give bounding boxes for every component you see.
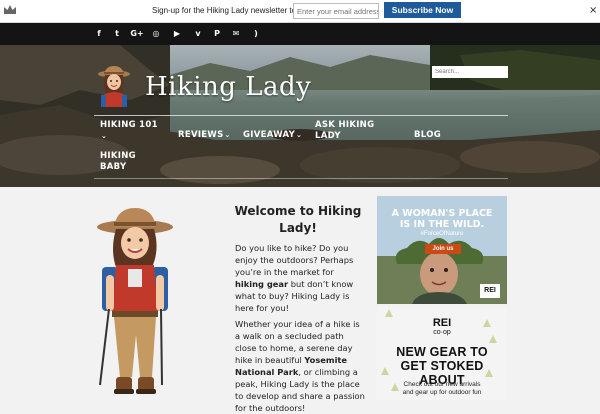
site-title[interactable]: Hiking Lady [145, 72, 311, 102]
vimeo-icon[interactable]: v [192, 28, 204, 40]
nav-label-line1: ASK HIKING [315, 120, 375, 130]
rei-coop-logo: REI co·op [425, 317, 459, 341]
hiking-lady-avatar [98, 66, 130, 107]
coop-logo-text: co·op [433, 329, 451, 336]
nav-label-line1: HIKING [100, 151, 136, 161]
intro-text-1: Do you like to hike? Do you enjoy the ou… [235, 243, 354, 277]
hero-banner: Hiking Lady HIKING 101 ⌄ REVIEWS⌄ GIVEAW… [0, 45, 600, 187]
nav-item-giveaway[interactable]: GIVEAWAY⌄ [243, 130, 302, 141]
facebook-icon[interactable]: f [93, 28, 105, 40]
nav-item-hiking-baby[interactable]: HIKING BABY [100, 151, 136, 173]
ad-subtext: Check out our new arrivals and gear up f… [377, 381, 507, 397]
welcome-heading-line1: Welcome to Hiking [234, 204, 362, 218]
youtube-icon[interactable]: ▶ [171, 28, 183, 40]
nav-item-reviews[interactable]: REVIEWS⌄ [178, 130, 231, 141]
close-icon[interactable]: × [589, 5, 599, 17]
nav-label-line2: LADY [315, 131, 341, 141]
menu-divider-bottom [94, 178, 508, 179]
nav-label-line2: BABY [100, 162, 127, 172]
ad-headline: A WOMAN'S PLACE IS IN THE WILD. [377, 208, 507, 230]
hiking-gear-link[interactable]: hiking gear [235, 279, 288, 289]
rei-logo: REI [480, 284, 500, 298]
ad-headline-line1: A WOMAN'S PLACE [391, 208, 493, 219]
river-landscape-image [0, 45, 600, 187]
join-us-button[interactable]: Join us [425, 244, 461, 254]
ad-hashtag: #ForceOfNature [420, 231, 464, 237]
crown-icon [4, 5, 16, 14]
nav-item-ask-hiking-lady[interactable]: ASK HIKING LADY [315, 120, 374, 142]
social-bar: f t G+ ◎ ▶ v P ✉ ) [0, 23, 600, 45]
instagram-icon[interactable]: ◎ [150, 28, 162, 40]
search-input[interactable] [432, 66, 508, 78]
nav-label: REVIEWS [178, 130, 224, 140]
newsletter-bar: Sign-up for the Hiking Lady newsletter t… [0, 0, 600, 23]
nav-label: BLOG [414, 130, 441, 140]
nav-item-hiking-101[interactable]: HIKING 101 ⌄ [100, 120, 158, 142]
rss-icon[interactable]: ) [250, 28, 262, 40]
ad-headline-line1: NEW GEAR TO [396, 345, 488, 359]
newsletter-text: Sign-up for the Hiking Lady newsletter t… [152, 6, 312, 15]
chevron-down-icon: ⌄ [296, 131, 303, 139]
google-plus-icon[interactable]: G+ [130, 28, 144, 40]
nav-item-blog[interactable]: BLOG [414, 130, 441, 141]
newsletter-email-input[interactable] [293, 3, 379, 19]
email-icon[interactable]: ✉ [230, 28, 242, 40]
intro-paragraph: Do you like to hike? Do you enjoy the ou… [235, 242, 365, 314]
welcome-heading: Welcome to Hiking Lady! [228, 203, 368, 237]
ad-headline-line2: IS IN THE WILD. [399, 219, 485, 230]
subscribe-button[interactable]: Subscribe Now [384, 2, 461, 18]
pinterest-icon[interactable]: P [211, 28, 223, 40]
nav-label: HIKING 101 [100, 120, 158, 130]
chevron-down-icon: ⌄ [101, 132, 108, 140]
menu-divider-top [94, 115, 508, 116]
ad-subtext-line1: Check out our new arrivals [403, 381, 481, 388]
twitter-icon[interactable]: t [111, 28, 123, 40]
rei-new-gear-ad[interactable]: REI co·op NEW GEAR TO GET STOKED ABOUT C… [377, 307, 507, 400]
chevron-down-icon: ⌄ [224, 131, 231, 139]
welcome-heading-line2: Lady! [279, 221, 317, 235]
rei-logo-text: REI [432, 317, 452, 329]
ad-subtext-line2: and gear up for outdoor fun [402, 389, 482, 396]
hiking-lady-mascot-image [97, 208, 173, 394]
rei-force-of-nature-ad[interactable]: A WOMAN'S PLACE IS IN THE WILD. #ForceOf… [377, 196, 507, 304]
nav-label: GIVEAWAY [243, 130, 296, 140]
